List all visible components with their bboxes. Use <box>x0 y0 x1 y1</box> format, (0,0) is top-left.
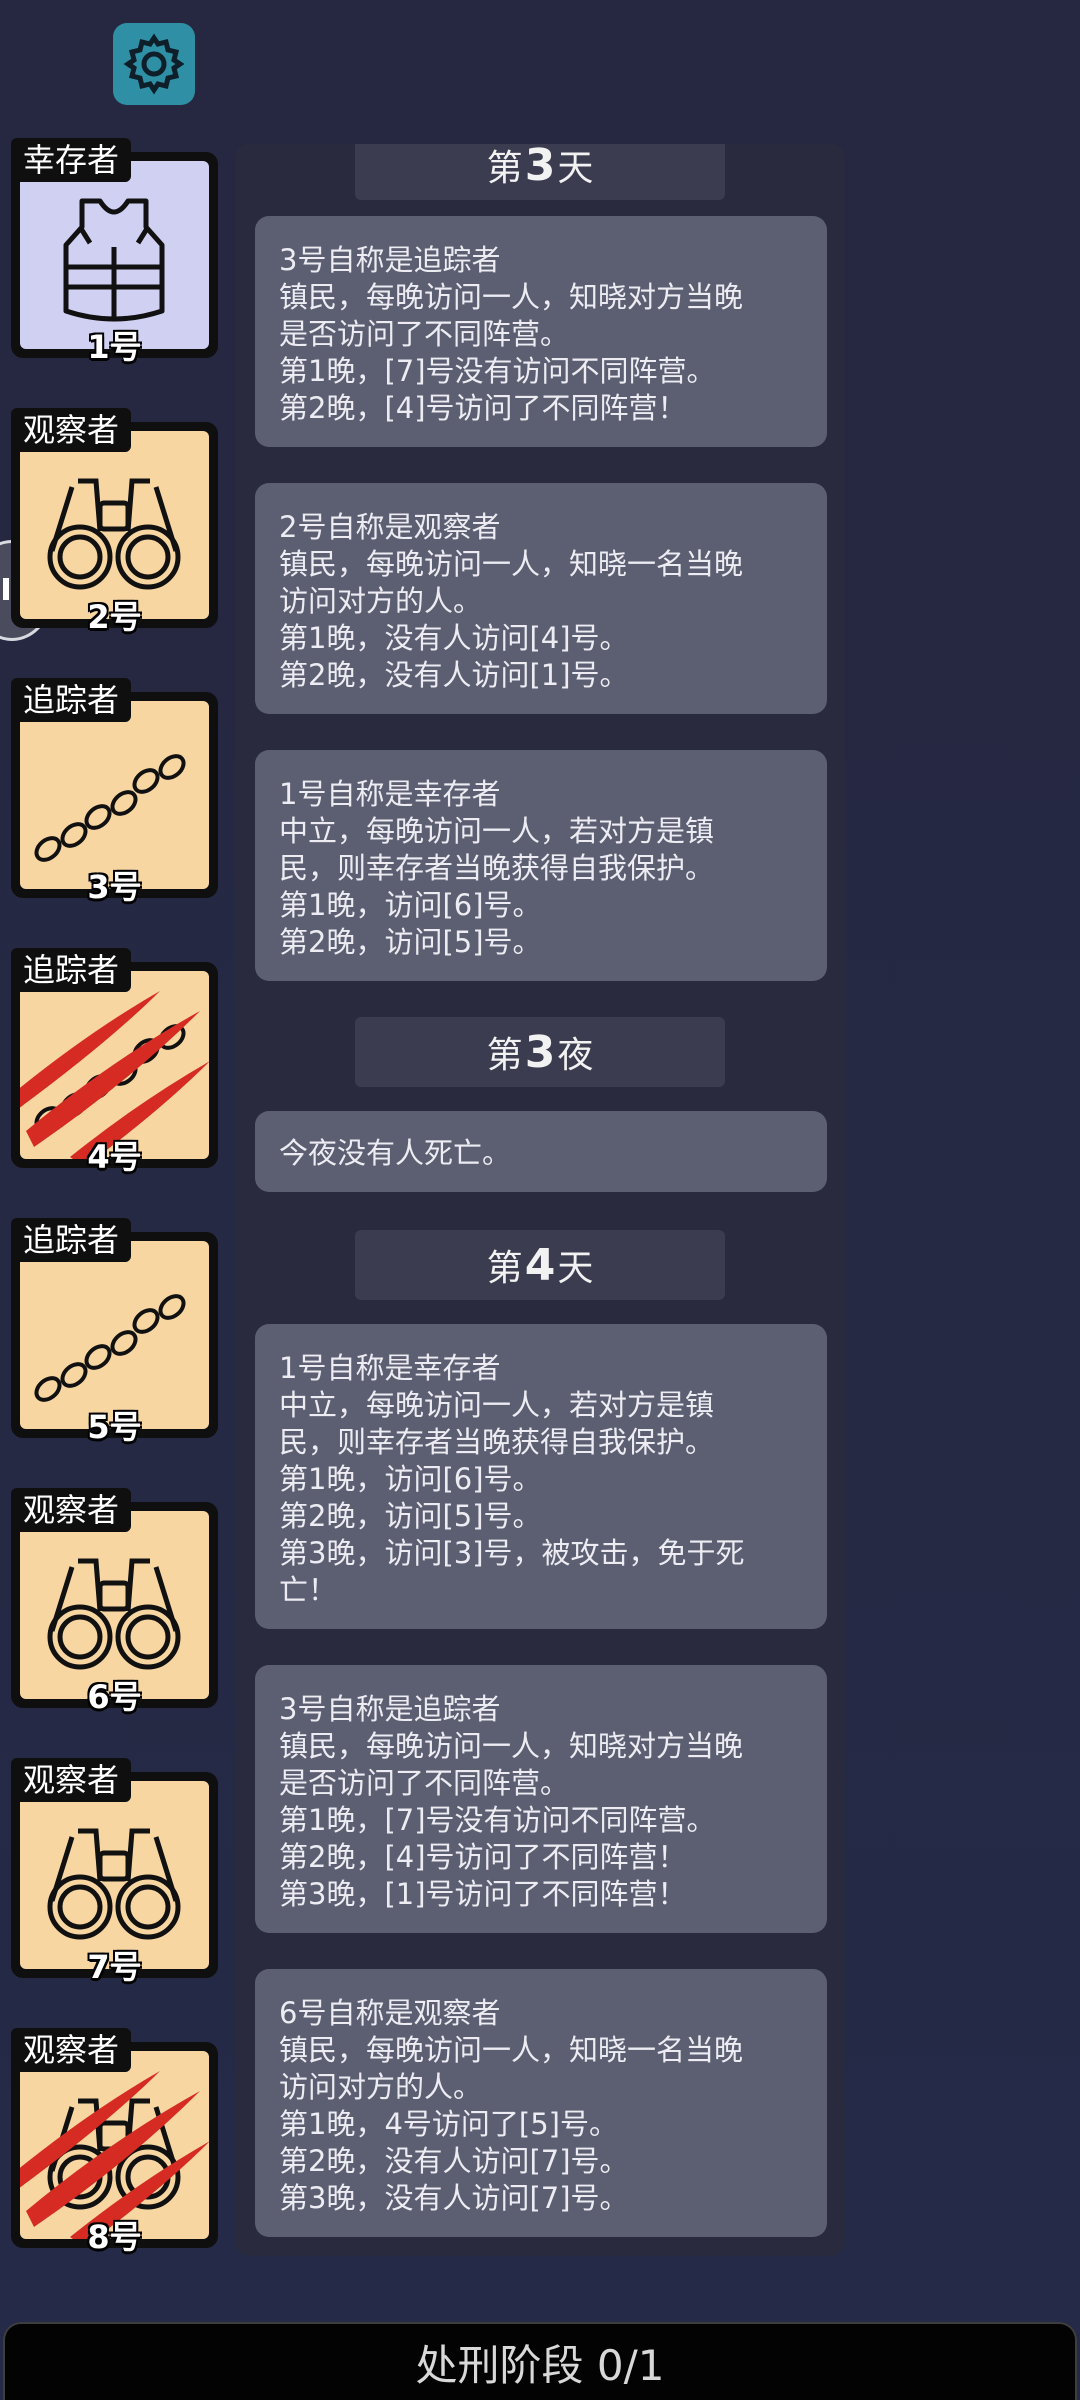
message-line: 中立，每晚访问一人，若对方是镇 <box>279 814 715 848</box>
message-line: 第3晚，[1]号访问了不同阵营！ <box>279 1877 687 1911</box>
message-line: 第2晚，[4]号访问了不同阵营！ <box>279 391 687 425</box>
binoculars-icon <box>47 1828 181 1940</box>
player-number: 6号 <box>87 1678 142 1716</box>
message-line: 第2晚，没有人访问[1]号。 <box>279 658 629 692</box>
execution-phase-label: 处刑阶段 0/1 <box>415 2340 665 2390</box>
log-message: 1号自称是幸存者 中立，每晚访问一人，若对方是镇 民，则幸存者当晚获得自我保护。… <box>255 750 827 981</box>
message-line: 是否访问了不同阵营。 <box>279 1766 570 1800</box>
message-line: 第2晚，没有人访问[7]号。 <box>279 2144 629 2178</box>
message-line: 是否访问了不同阵营。 <box>279 317 570 351</box>
role-tag: 追踪者 <box>11 678 132 722</box>
message-line: 1号自称是幸存者 <box>279 777 501 811</box>
phase-header-night3: 第3夜 <box>355 1017 725 1087</box>
message-line: 第1晚，4号访问了[5]号。 <box>279 2107 618 2141</box>
log-message: 3号自称是追踪者 镇民，每晚访问一人，知晓对方当晚 是否访问了不同阵营。 第1晚… <box>255 1665 827 1933</box>
player-number: 1号 <box>87 328 142 366</box>
message-line: 镇民，每晚访问一人，知晓对方当晚 <box>279 280 744 314</box>
role-tag: 幸存者 <box>11 138 132 182</box>
game-log-panel[interactable]: 第3天 3号自称是追踪者 镇民，每晚访问一人，知晓对方当晚 是否访问了不同阵营。… <box>235 144 845 2256</box>
player-number: 5号 <box>87 1408 142 1446</box>
message-line: 3号自称是追踪者 <box>279 1692 501 1726</box>
phase-prefix: 第 <box>486 1035 523 1076</box>
phase-number: 4 <box>524 1239 556 1291</box>
message-line: 第3晚，访问[3]号，被攻击，免于死 <box>279 1536 745 1570</box>
message-line: 民，则幸存者当晚获得自我保护。 <box>279 851 715 885</box>
role-tag: 观察者 <box>11 2028 132 2072</box>
player-card-7[interactable]: 观察者 7号 <box>11 1758 218 1986</box>
message-line: 1号自称是幸存者 <box>279 1351 501 1385</box>
footprints-icon <box>34 754 186 862</box>
message-line: 第1晚，访问[6]号。 <box>279 888 542 922</box>
player-number: 2号 <box>87 598 142 636</box>
message-line: 镇民，每晚访问一人，知晓一名当晚 <box>279 2033 744 2067</box>
message-line: 亡！ <box>279 1573 338 1607</box>
player-card-5[interactable]: 追踪者 5号 <box>11 1218 218 1446</box>
message-line: 镇民，每晚访问一人，知晓一名当晚 <box>279 547 744 581</box>
vest-icon <box>63 198 165 322</box>
player-card-2[interactable]: 观察者 2号 <box>11 408 218 636</box>
message-line: 第2晚，访问[5]号。 <box>279 1499 542 1533</box>
log-message: 1号自称是幸存者 中立，每晚访问一人，若对方是镇 民，则幸存者当晚获得自我保护。… <box>255 1324 827 1629</box>
player-number: 4号 <box>87 1138 142 1176</box>
message-line: 镇民，每晚访问一人，知晓对方当晚 <box>279 1729 744 1763</box>
message-line: 中立，每晚访问一人，若对方是镇 <box>279 1388 715 1422</box>
claw-marks-icon <box>20 991 209 1159</box>
player-number: 3号 <box>87 868 142 906</box>
phase-header-day3: 第3天 <box>355 144 725 200</box>
log-message: 3号自称是追踪者 镇民，每晚访问一人，知晓对方当晚 是否访问了不同阵营。 第1晚… <box>255 216 827 447</box>
execution-phase-bar[interactable]: 处刑阶段 0/1 <box>3 2322 1077 2400</box>
log-message: 2号自称是观察者 镇民，每晚访问一人，知晓一名当晚 访问对方的人。 第1晚，没有… <box>255 483 827 714</box>
player-number: 7号 <box>87 1948 142 1986</box>
message-line: 第1晚，没有人访问[4]号。 <box>279 621 629 655</box>
role-tag: 追踪者 <box>11 948 132 992</box>
message-line: 今夜没有人死亡。 <box>279 1136 512 1170</box>
message-line: 第2晚，[4]号访问了不同阵营！ <box>279 1840 687 1874</box>
player-number: 8号 <box>87 2218 142 2256</box>
role-tag: 追踪者 <box>11 1218 132 1262</box>
message-line: 民，则幸存者当晚获得自我保护。 <box>279 1425 715 1459</box>
log-message: 今夜没有人死亡。 <box>255 1111 827 1192</box>
message-line: 第1晚，[7]号没有访问不同阵营。 <box>279 1803 716 1837</box>
phase-prefix: 第 <box>486 1248 523 1289</box>
message-line: 第3晚，没有人访问[7]号。 <box>279 2181 629 2215</box>
phase-suffix: 天 <box>557 1248 594 1289</box>
role-tag: 观察者 <box>11 1488 132 1532</box>
player-card-1[interactable]: 幸存者 1号 <box>11 138 218 366</box>
phase-header-day4: 第4天 <box>355 1230 725 1300</box>
footprints-icon <box>34 1294 186 1402</box>
message-line: 访问对方的人。 <box>279 2070 483 2104</box>
message-line: 3号自称是追踪者 <box>279 243 501 277</box>
role-tag: 观察者 <box>11 408 132 452</box>
role-tag: 观察者 <box>11 1758 132 1802</box>
message-line: 第2晚，访问[5]号。 <box>279 925 542 959</box>
log-message: 6号自称是观察者 镇民，每晚访问一人，知晓一名当晚 访问对方的人。 第1晚，4号… <box>255 1969 827 2237</box>
phase-suffix: 夜 <box>557 1035 594 1076</box>
message-line: 6号自称是观察者 <box>279 1996 501 2030</box>
phase-number: 3 <box>524 1026 556 1078</box>
message-line: 访问对方的人。 <box>279 584 483 618</box>
settings-button[interactable] <box>113 23 195 105</box>
phase-number: 3 <box>524 144 556 191</box>
phase-prefix: 第 <box>486 148 523 189</box>
player-card-6[interactable]: 观察者 6号 <box>11 1488 218 1716</box>
message-line: 第1晚，访问[6]号。 <box>279 1462 542 1496</box>
player-card-4[interactable]: 追踪者 4号 <box>11 948 218 1176</box>
gear-icon <box>123 33 185 95</box>
binoculars-icon <box>47 478 181 590</box>
message-line: 第1晚，[7]号没有访问不同阵营。 <box>279 354 716 388</box>
player-card-3[interactable]: 追踪者 3号 <box>11 678 218 906</box>
player-card-8[interactable]: 观察者 8号 <box>11 2028 218 2256</box>
binoculars-icon <box>47 1558 181 1670</box>
message-line: 2号自称是观察者 <box>279 510 501 544</box>
claw-marks-icon <box>20 2071 209 2239</box>
phase-suffix: 天 <box>557 148 594 189</box>
